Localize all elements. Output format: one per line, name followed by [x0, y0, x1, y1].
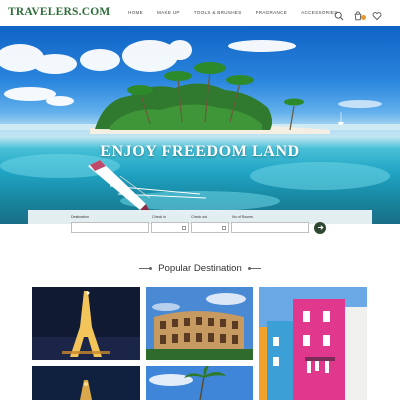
heart-icon[interactable] — [372, 8, 382, 21]
destination-input[interactable] — [71, 222, 149, 233]
nav-make-up[interactable]: MAKE UP — [157, 10, 180, 15]
palm-beach-photo[interactable] — [146, 366, 253, 400]
hero-banner: ENJOY FREEDOM LAND — [0, 26, 400, 224]
site-header: TRAVELERS.COM HOME MAKE UP TOOLS & BRUSH… — [0, 0, 400, 26]
search-submit-button[interactable] — [314, 222, 326, 234]
check-in-input[interactable] — [151, 222, 189, 233]
search-icon[interactable] — [334, 8, 344, 21]
check-out-label: Check out — [191, 215, 208, 219]
tower-night-photo[interactable] — [32, 366, 140, 400]
popular-destination-heading: Popular Destination — [0, 260, 400, 276]
heading-ornament-right — [247, 266, 261, 270]
colosseum-photo[interactable] — [146, 287, 253, 360]
check-out-input[interactable] — [191, 222, 229, 233]
calendar-icon[interactable] — [222, 226, 226, 230]
rooms-input[interactable] — [231, 222, 309, 233]
main-nav: HOME MAKE UP TOOLS & BRUSHES FRAGRANCE A… — [128, 10, 352, 15]
rooms-label: No of Rooms — [232, 215, 253, 219]
check-in-label: Check in — [152, 215, 166, 219]
nav-home[interactable]: HOME — [128, 10, 143, 15]
nav-fragrance[interactable]: FRAGRANCE — [256, 10, 288, 15]
cart-icon[interactable] — [353, 8, 366, 21]
heading-ornament-left — [139, 266, 153, 270]
cart-badge — [361, 15, 366, 20]
arrow-right-icon — [317, 224, 324, 233]
header-icons — [334, 8, 382, 21]
eiffel-tower-photo[interactable] — [32, 287, 140, 360]
hero-title: ENJOY FREEDOM LAND — [100, 143, 300, 160]
section-title: Popular Destination — [158, 262, 242, 274]
destination-label: Destination — [71, 215, 89, 219]
booking-form: Destination Check in Check out No of Roo… — [28, 210, 372, 238]
nav-accessories[interactable]: ACCESSORIES — [301, 10, 338, 15]
colorful-houses-photo[interactable] — [259, 287, 367, 400]
nav-tools-brushes[interactable]: TOOLS & BRUSHES — [194, 10, 242, 15]
tropical-island-photo — [0, 40, 400, 212]
site-logo[interactable]: TRAVELERS.COM — [8, 6, 110, 18]
calendar-icon[interactable] — [182, 226, 186, 230]
